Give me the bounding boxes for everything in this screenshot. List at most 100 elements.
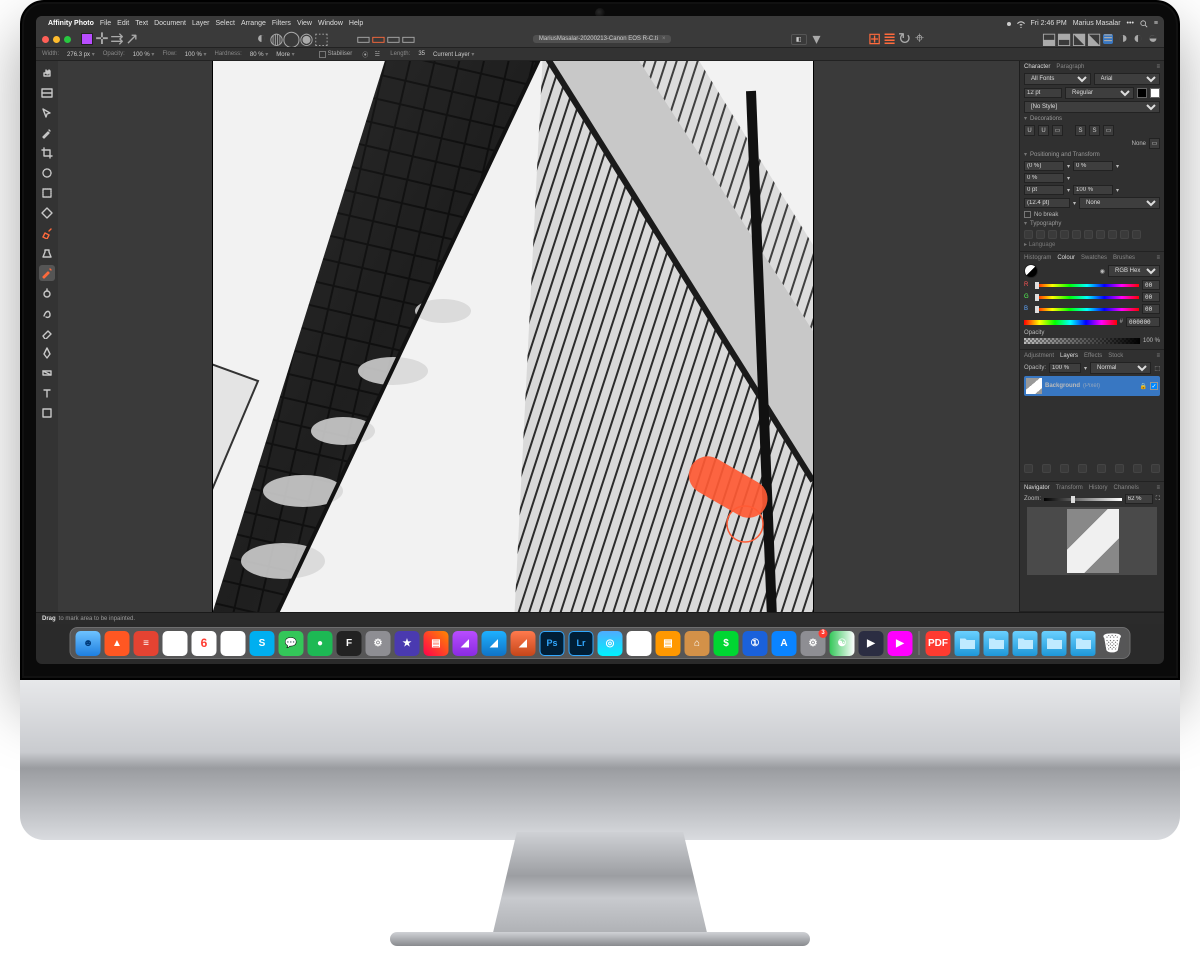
- assistant-icon[interactable]: ≡: [1103, 34, 1113, 44]
- ctx-length-value[interactable]: 35: [418, 51, 425, 57]
- dock-calendar[interactable]: 6: [192, 631, 217, 656]
- ctx-more-dropdown[interactable]: More: [276, 51, 294, 58]
- dock-foldersystem[interactable]: [955, 631, 980, 656]
- lp-fx-icon[interactable]: [1060, 464, 1069, 473]
- tab-paragraph[interactable]: Paragraph: [1056, 64, 1084, 70]
- dock-finder[interactable]: ☻: [76, 631, 101, 656]
- layer-opacity-input[interactable]: [1049, 363, 1081, 373]
- dock-imovie[interactable]: ★: [395, 631, 420, 656]
- lp-add-pixel-icon[interactable]: [1115, 464, 1124, 473]
- deco-box2[interactable]: ▭: [1103, 125, 1114, 136]
- menu-edit[interactable]: Edit: [117, 20, 129, 27]
- g-value[interactable]: [1142, 292, 1160, 302]
- navigator-preview[interactable]: [1027, 507, 1157, 575]
- dock-folderc[interactable]: [1042, 631, 1067, 656]
- r-value[interactable]: [1142, 280, 1160, 290]
- lp-live-icon[interactable]: [1078, 464, 1087, 473]
- pos-a[interactable]: [1024, 161, 1064, 171]
- dock-wechat[interactable]: ☯: [830, 631, 855, 656]
- tab-transform[interactable]: Transform: [1056, 485, 1083, 491]
- dock-twitch[interactable]: ▶: [888, 631, 913, 656]
- dock-safari[interactable]: ◎: [598, 631, 623, 656]
- menu-document[interactable]: Document: [154, 20, 186, 27]
- tb-link-icon[interactable]: ⇉: [112, 34, 122, 44]
- tab-layers[interactable]: Layers: [1060, 353, 1078, 359]
- dock-affinitypublisher[interactable]: ◢: [511, 631, 536, 656]
- ctx-hardness-value[interactable]: 80 %: [250, 51, 268, 58]
- menu-arrange[interactable]: Arrange: [241, 20, 266, 27]
- dock-brave[interactable]: ▲: [105, 631, 130, 656]
- close-window-button[interactable]: [42, 36, 49, 43]
- dock-sublime[interactable]: ▤: [656, 631, 681, 656]
- tool-pen[interactable]: [39, 345, 55, 361]
- tb-crosshair-icon[interactable]: ✛: [97, 34, 107, 44]
- deco-strike-s2[interactable]: S: [1089, 125, 1100, 136]
- tab-swatches[interactable]: Swatches: [1081, 255, 1107, 261]
- arrange-back-icon[interactable]: ⬓: [1044, 34, 1054, 44]
- tool-shape[interactable]: [39, 405, 55, 421]
- snap-icon[interactable]: ⊞: [870, 34, 880, 44]
- rotate-icon[interactable]: ↻: [900, 34, 910, 44]
- menu-window[interactable]: Window: [318, 20, 343, 27]
- section-typography[interactable]: Typography: [1024, 220, 1160, 227]
- menu-help[interactable]: Help: [349, 20, 363, 27]
- dock-slack[interactable]: #: [163, 631, 188, 656]
- anchor-icon[interactable]: ⌖: [915, 34, 925, 44]
- pos-e[interactable]: [1073, 185, 1113, 195]
- pos-b[interactable]: [1073, 161, 1113, 171]
- tray-cc-icon[interactable]: ≡: [1154, 20, 1158, 27]
- ctx-opacity-value[interactable]: 100 %: [133, 51, 155, 58]
- opacity-value[interactable]: 100 %: [1143, 338, 1160, 344]
- app-menu[interactable]: Affinity Photo: [48, 20, 94, 27]
- colour-swatch-toggle[interactable]: [1024, 264, 1038, 278]
- tab-adjustment[interactable]: Adjustment: [1024, 353, 1054, 359]
- tool-clone[interactable]: [39, 245, 55, 261]
- tray-search-icon[interactable]: [1140, 20, 1148, 28]
- tool-selection-brush[interactable]: [39, 165, 55, 181]
- blend-mode-select[interactable]: Normal: [1090, 362, 1151, 374]
- tool-smudge[interactable]: [39, 305, 55, 321]
- tab-effects[interactable]: Effects: [1084, 353, 1102, 359]
- tool-gradient[interactable]: [39, 365, 55, 381]
- dock-folderb[interactable]: [1013, 631, 1038, 656]
- hex-value[interactable]: [1126, 317, 1160, 327]
- section-decorations[interactable]: Decorations: [1024, 115, 1160, 122]
- tool-dodge[interactable]: [39, 285, 55, 301]
- tool-marquee[interactable]: [39, 185, 55, 201]
- sel-sub-icon[interactable]: ▭: [388, 34, 398, 44]
- dock-colorapp[interactable]: ▤: [424, 631, 449, 656]
- menu-text[interactable]: Text: [135, 20, 148, 27]
- dock-iawriter[interactable]: iA: [627, 631, 652, 656]
- zoom-slider[interactable]: [1044, 498, 1122, 501]
- tab-colour[interactable]: Colour: [1057, 255, 1075, 261]
- colour-mode-select[interactable]: RGB Hex: [1108, 265, 1160, 277]
- dock-trash[interactable]: 🗑: [1100, 631, 1125, 656]
- font-weight-select[interactable]: Regular: [1065, 87, 1134, 99]
- menu-view[interactable]: View: [297, 20, 312, 27]
- tab-history[interactable]: History: [1089, 485, 1108, 491]
- ctx-scope-dropdown[interactable]: Current Layer: [433, 51, 474, 58]
- dock-photoshop[interactable]: Ps: [540, 631, 565, 656]
- dock-iina[interactable]: ▶: [859, 631, 884, 656]
- lp-add-icon[interactable]: [1133, 464, 1142, 473]
- tab-channels[interactable]: Channels: [1113, 485, 1138, 491]
- swatch-fill[interactable]: [1137, 88, 1147, 98]
- menu-file[interactable]: File: [100, 20, 111, 27]
- opacity-slider[interactable]: [1024, 338, 1140, 344]
- picker-icon[interactable]: ◉: [1100, 268, 1105, 275]
- tool-view[interactable]: [39, 85, 55, 101]
- section-positioning[interactable]: Positioning and Transform: [1024, 151, 1160, 158]
- dock-things[interactable]: ✓: [221, 631, 246, 656]
- font-family-select[interactable]: Arial: [1094, 73, 1161, 85]
- ctx-flow-value[interactable]: 100 %: [185, 51, 207, 58]
- menu-filters[interactable]: Filters: [272, 20, 291, 27]
- document-tab[interactable]: MariusMasalar-20200213-Canon EOS R-C.ti …: [533, 35, 672, 43]
- font-size-input[interactable]: [1024, 88, 1062, 98]
- layer-visible-checkbox[interactable]: ✓: [1150, 382, 1158, 390]
- dock-settings2[interactable]: ⚙3: [801, 631, 826, 656]
- tray-dropbox-icon[interactable]: [1007, 22, 1011, 26]
- deco-fill-box[interactable]: ▭: [1149, 138, 1160, 149]
- dock-skype[interactable]: S: [250, 631, 275, 656]
- dock-lightroom[interactable]: Lr: [569, 631, 594, 656]
- pos-c[interactable]: [1024, 173, 1064, 183]
